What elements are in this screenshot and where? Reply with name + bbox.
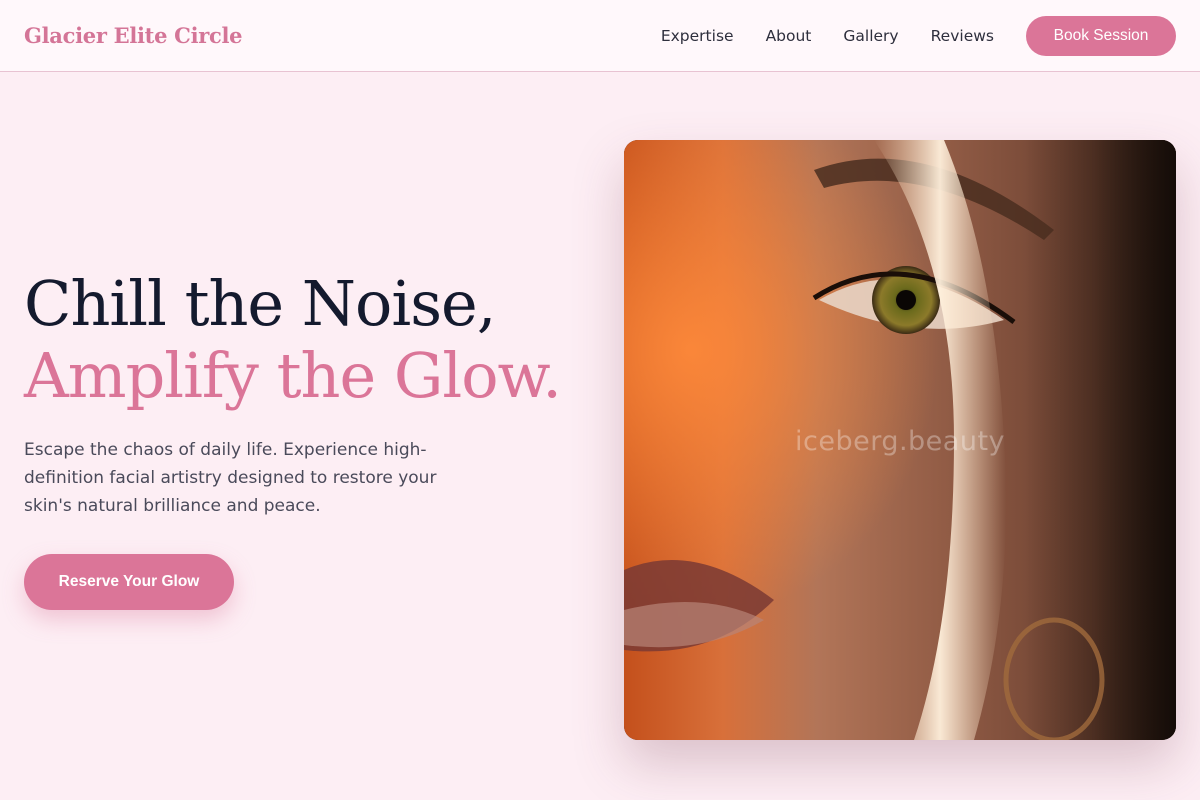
book-session-button[interactable]: Book Session <box>1026 15 1176 56</box>
nav-link-expertise[interactable]: Expertise <box>661 27 734 45</box>
hero-portrait-image: iceberg.beauty <box>624 140 1176 740</box>
hero-headline: Chill the Noise, Amplify the Glow. <box>24 268 604 412</box>
hero-text: Chill the Noise, Amplify the Glow. Escap… <box>24 268 604 520</box>
hero-headline-line2: Amplify the Glow. <box>24 339 562 412</box>
hero-headline-line1: Chill the Noise, <box>24 267 496 340</box>
nav-link-gallery[interactable]: Gallery <box>843 27 898 45</box>
nav-link-reviews[interactable]: Reviews <box>931 27 994 45</box>
top-navbar: Glacier Elite Circle Expertise About Gal… <box>0 0 1200 72</box>
brand-logo[interactable]: Glacier Elite Circle <box>24 23 243 48</box>
hero-subtext: Escape the chaos of daily life. Experien… <box>24 440 437 516</box>
nav-menu: Expertise About Gallery Reviews Book Ses… <box>661 15 1176 56</box>
image-watermark: iceberg.beauty <box>794 426 1006 457</box>
reserve-glow-button[interactable]: Reserve Your Glow <box>24 554 234 610</box>
nav-link-about[interactable]: About <box>766 27 812 45</box>
